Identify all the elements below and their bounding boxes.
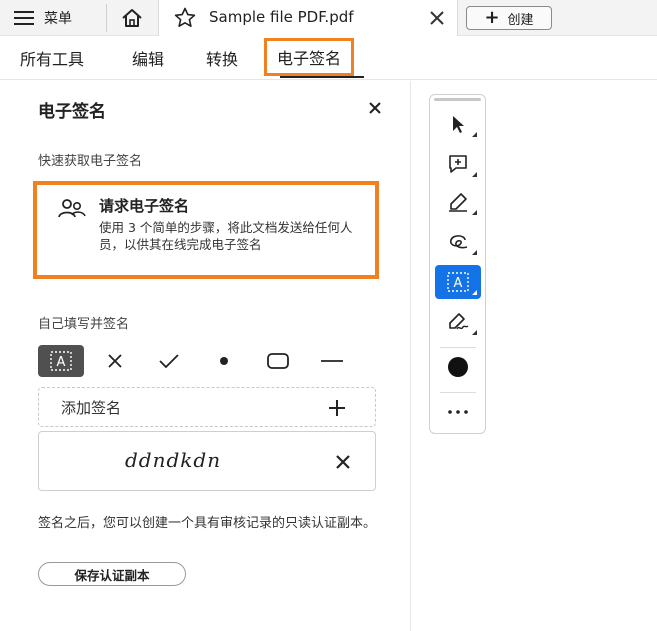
request-esign-title: 请求电子签名 [99, 197, 190, 215]
document-tab[interactable]: Sample file PDF.pdf [158, 0, 458, 36]
quick-tools-toolbar: A [429, 94, 486, 434]
divider [106, 4, 107, 32]
save-certified-copy-button[interactable]: 保存认证副本 [38, 562, 186, 586]
more-icon [448, 410, 468, 414]
expand-corner-icon [472, 132, 477, 137]
toolbar-divider [440, 392, 476, 393]
tool-tabs-row: 所有工具 编辑 转换 电子签名 [0, 36, 657, 80]
expand-corner-icon [472, 250, 477, 255]
tab-edit[interactable]: 编辑 [132, 46, 164, 70]
dot-icon [220, 357, 228, 365]
star-icon[interactable] [173, 6, 197, 30]
close-tab-icon[interactable] [427, 8, 447, 28]
color-dot-icon [448, 357, 468, 377]
add-comment-button[interactable] [435, 147, 481, 181]
hamburger-icon [14, 11, 34, 25]
panel-title: 电子签名 [38, 102, 106, 122]
expand-corner-icon [472, 210, 477, 215]
expand-corner-icon [472, 290, 477, 295]
tab-esign[interactable]: 电子签名 [264, 38, 355, 76]
document-tab-title: Sample file PDF.pdf [209, 8, 354, 26]
more-tools-button[interactable] [435, 395, 481, 429]
plus-icon: + [484, 7, 500, 28]
freehand-draw-icon [449, 235, 468, 249]
signature-preview: ddndkdn [125, 448, 222, 472]
menu-label: 菜单 [44, 11, 72, 27]
request-esign-description: 使用 3 个简单的步骤，将此文档发送给任何人员，以供其在线完成电子签名 [99, 220, 353, 252]
request-signature-icon [58, 199, 86, 218]
tab-all-tools[interactable]: 所有工具 [20, 46, 84, 70]
cross-mark-tool[interactable] [92, 345, 138, 377]
menu-button[interactable]: 菜单 [14, 6, 72, 30]
check-mark-tool[interactable] [146, 345, 192, 377]
select-tool-button[interactable] [435, 107, 481, 141]
remove-signature-icon[interactable] [333, 452, 353, 472]
saved-signature[interactable]: ddndkdn [38, 431, 376, 491]
tab-convert[interactable]: 转换 [206, 46, 238, 70]
text-field-icon: A [447, 272, 469, 292]
dot-tool[interactable] [201, 345, 247, 377]
svg-text:A: A [454, 276, 463, 291]
fill-sign-tools: A [38, 345, 374, 377]
plus-icon [329, 400, 345, 416]
esign-panel: 电子签名 快速获取电子签名 请求电子签名 使用 3 个简单的步骤，将此文档发送给… [0, 81, 411, 631]
toolbar-grip[interactable] [434, 98, 481, 101]
line-tool[interactable] [309, 345, 355, 377]
sign-icon [449, 313, 469, 330]
create-label: 创建 [507, 12, 534, 28]
text-field-tool[interactable]: A [38, 345, 84, 377]
quick-sign-section-label: 快速获取电子签名 [38, 154, 143, 169]
self-sign-section-label: 自己填写并签名 [38, 317, 130, 332]
select-cursor-icon [453, 116, 464, 133]
text-field-tool-button[interactable]: A [435, 265, 481, 299]
svg-text:A: A [57, 355, 66, 370]
toolbar-divider [440, 347, 476, 348]
request-esign-card[interactable]: 请求电子签名 使用 3 个简单的步骤，将此文档发送给任何人员，以供其在线完成电子… [33, 181, 379, 279]
check-mark-icon [159, 354, 179, 369]
color-picker-button[interactable] [435, 350, 481, 384]
cross-mark-icon [108, 354, 122, 368]
add-comment-icon [449, 155, 467, 173]
freehand-draw-button[interactable] [435, 225, 481, 259]
text-field-icon: A [50, 351, 72, 371]
rounded-rect-icon [267, 353, 289, 369]
rounded-rect-tool[interactable] [255, 345, 301, 377]
home-icon [122, 9, 142, 27]
sign-tool-button[interactable] [435, 305, 481, 339]
line-icon [321, 360, 343, 362]
highlight-pen-icon [449, 193, 467, 212]
active-tab-indicator [280, 76, 364, 78]
add-signature-button[interactable]: 添加签名 [38, 387, 376, 427]
certified-copy-note: 签名之后，您可以创建一个具有审核记录的只读认证副本。 [38, 516, 377, 531]
expand-corner-icon [472, 172, 477, 177]
highlight-tool-button[interactable] [435, 185, 481, 219]
add-signature-label: 添加签名 [61, 399, 122, 417]
create-button[interactable]: + 创建 [466, 6, 552, 30]
expand-corner-icon [472, 330, 477, 335]
close-panel-icon[interactable] [366, 99, 384, 117]
home-button[interactable] [118, 6, 146, 30]
top-tab-bar: 菜单 Sample file PDF.pdf + 创建 [0, 0, 657, 36]
